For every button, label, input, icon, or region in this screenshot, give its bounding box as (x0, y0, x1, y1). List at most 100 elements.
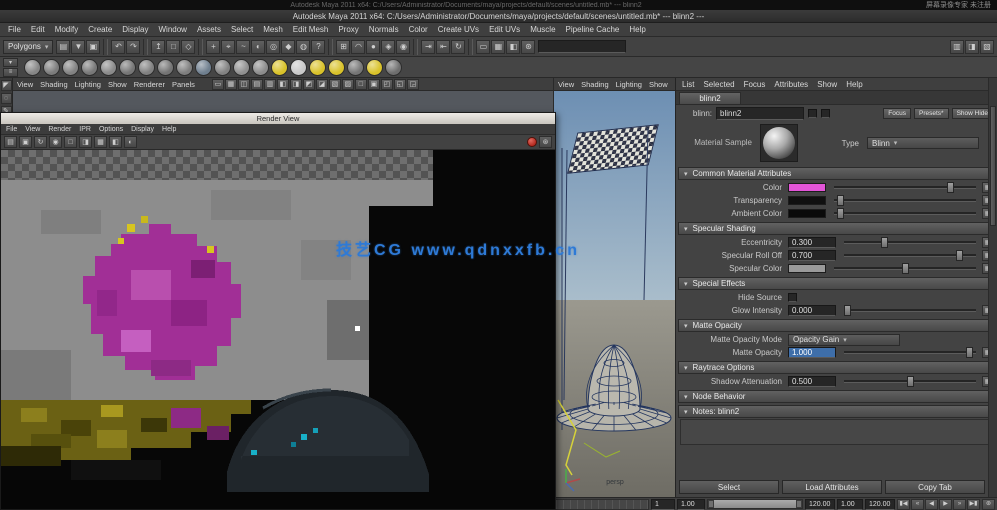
menu-item[interactable]: Window (159, 25, 187, 34)
attribute-slider[interactable] (834, 212, 976, 215)
select-deformations-icon[interactable]: ◎ (266, 40, 280, 54)
value-field[interactable]: 0.300 (788, 237, 836, 248)
platonic-solid-icon[interactable] (233, 59, 250, 76)
value-field[interactable]: 1.000 (788, 347, 836, 358)
single-pane-icon[interactable]: ▭ (212, 79, 224, 90)
render-view-menu-item[interactable]: View (25, 126, 40, 133)
undo-icon[interactable]: ↶ (111, 40, 125, 54)
menu-item[interactable]: Edit (31, 25, 45, 34)
film-gate-icon[interactable]: ▨ (342, 79, 354, 90)
snapshot-icon[interactable]: ◨ (79, 136, 92, 148)
panel-menu-item[interactable]: View (558, 80, 574, 89)
section-header-matte-opacity[interactable]: Matte Opacity (678, 319, 995, 332)
poly-torus-icon[interactable] (119, 59, 136, 76)
sculpt-tool-icon[interactable] (252, 59, 269, 76)
render-view-menu-item[interactable]: Options (99, 126, 123, 133)
panel-menu-item[interactable]: Show (108, 80, 127, 89)
attribute-slider[interactable] (844, 351, 976, 354)
snap-plane-icon[interactable]: ◈ (381, 40, 395, 54)
shelf-tool-f-icon[interactable] (366, 59, 383, 76)
panel-menu-item[interactable]: Panels (172, 80, 195, 89)
ae-action-button[interactable]: Copy Tab (885, 480, 985, 494)
notes-field[interactable] (680, 419, 993, 445)
safe-title-icon[interactable]: ◲ (407, 79, 419, 90)
panel-menu-item[interactable]: Shading (40, 80, 68, 89)
poly-soccer-icon[interactable] (214, 59, 231, 76)
redo-icon[interactable]: ↷ (126, 40, 140, 54)
attribute-slider[interactable] (834, 199, 976, 202)
field-chart-icon[interactable]: ◰ (381, 79, 393, 90)
snap-grid-icon[interactable]: ⊞ (336, 40, 350, 54)
value-field[interactable]: 0.700 (788, 250, 836, 261)
section-header-node-behavior[interactable]: Node Behavior (678, 390, 995, 403)
toolbar-separator[interactable] (328, 39, 333, 55)
hypergraph-pane-icon[interactable]: ▤ (251, 79, 263, 90)
menu-item[interactable]: Edit Mesh (293, 25, 329, 34)
persp-graph-icon[interactable]: ▥ (264, 79, 276, 90)
attribute-dropdown[interactable]: Opacity Gain (788, 334, 900, 346)
redo-render-icon[interactable]: ↻ (34, 136, 47, 148)
open-scene-icon[interactable]: ▼ (71, 40, 85, 54)
panel-menu-item[interactable]: Renderer (134, 80, 165, 89)
ae-scrollbar[interactable] (988, 78, 997, 497)
playback-end-field[interactable] (865, 499, 895, 510)
node-name-field[interactable] (716, 107, 804, 120)
slider-handle[interactable] (844, 305, 851, 316)
toolbar-separator[interactable] (198, 39, 203, 55)
ae-presets--button[interactable]: Presets* (914, 108, 949, 119)
lasso-tool-icon[interactable]: ◌ (1, 93, 12, 104)
select-dynamics-icon[interactable]: ◆ (281, 40, 295, 54)
ae-menu-item[interactable]: Show (817, 80, 837, 89)
render-view-menu-item[interactable]: Help (162, 126, 176, 133)
slider-handle[interactable] (907, 376, 914, 387)
rgb-channels-icon[interactable]: ▦ (94, 136, 107, 148)
panel-menu-item[interactable]: Lighting (616, 80, 642, 89)
play-backwards-button[interactable]: ◀ (925, 499, 938, 510)
ae-focus-button[interactable]: Focus (883, 108, 911, 119)
shaded-mode-icon[interactable]: ◨ (290, 79, 302, 90)
poly-plane-icon[interactable] (100, 59, 117, 76)
poly-cylinder-icon[interactable] (62, 59, 79, 76)
playback-start-field[interactable] (837, 499, 863, 510)
show-tool-settings-icon[interactable]: ◨ (965, 40, 979, 54)
menuset-dropdown[interactable]: Polygons (3, 40, 53, 54)
slider-handle[interactable] (837, 208, 844, 219)
ae-menu-item[interactable]: Help (846, 80, 862, 89)
gate-mask-icon[interactable]: ▣ (368, 79, 380, 90)
select-surfaces-icon[interactable]: ◐ (251, 40, 265, 54)
poly-prism-icon[interactable] (138, 59, 155, 76)
wireframe-mode-icon[interactable]: ◧ (277, 79, 289, 90)
toolbar-separator[interactable] (143, 39, 148, 55)
color-swatch[interactable] (788, 264, 826, 273)
select-tool-icon[interactable]: ◤ (1, 80, 12, 91)
section-header-common-material-attributes[interactable]: Common Material Attributes (678, 167, 995, 180)
panel-menu-item[interactable]: View (17, 80, 33, 89)
animation-preferences-icon[interactable]: ⊛ (982, 499, 995, 510)
render-view-menu-item[interactable]: IPR (79, 126, 91, 133)
menu-item[interactable]: Display (122, 25, 148, 34)
menu-item[interactable]: Pipeline Cache (566, 25, 620, 34)
exposure-icon[interactable]: ◐ (124, 136, 137, 148)
go-to-start-button[interactable]: ▮◀ (897, 499, 910, 510)
select-hierarchy-icon[interactable]: ↥ (151, 40, 165, 54)
poly-cone-icon[interactable] (81, 59, 98, 76)
menu-item[interactable]: Color (409, 25, 428, 34)
render-image[interactable] (1, 150, 555, 509)
material-swatch-tile[interactable] (760, 124, 798, 162)
show-channel-box-icon[interactable]: ▥ (950, 40, 964, 54)
menu-item[interactable]: Help (629, 25, 645, 34)
ae-action-button[interactable]: Load Attributes (782, 480, 882, 494)
attribute-slider[interactable] (834, 267, 976, 270)
ae-menu-item[interactable]: List (682, 80, 694, 89)
menu-item[interactable]: Assets (197, 25, 221, 34)
textured-mode-icon[interactable]: ◩ (303, 79, 315, 90)
ipr-render-icon[interactable]: ◧ (506, 40, 520, 54)
poly-pyramid-icon[interactable] (157, 59, 174, 76)
attribute-slider[interactable] (834, 186, 976, 189)
range-slider-left-handle[interactable] (708, 500, 714, 508)
next-key-button[interactable]: » (953, 499, 966, 510)
section-header-raytrace-options[interactable]: Raytrace Options (678, 361, 995, 374)
snap-point-icon[interactable]: ● (366, 40, 380, 54)
shelf-tool-d-icon[interactable] (328, 59, 345, 76)
ae-menu-item[interactable]: Focus (744, 80, 766, 89)
